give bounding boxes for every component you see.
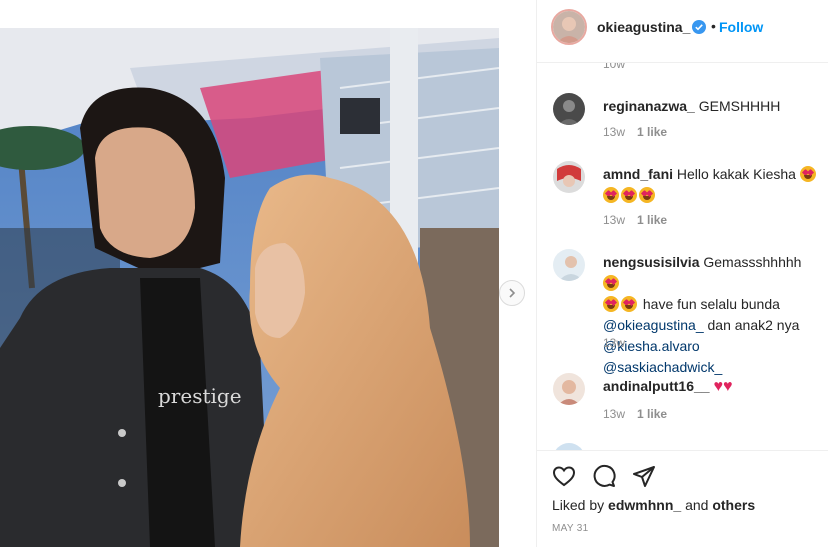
post-actions: Liked by edwmhnn_ and others MAY 31: [537, 450, 828, 548]
commenter-username[interactable]: nengsusisilvia: [603, 254, 699, 270]
liked-by-user[interactable]: edwmhnn_: [608, 497, 681, 513]
heart-eyes-emoji-icon: [603, 275, 619, 291]
photo-illustration: prestige: [0, 28, 499, 547]
header-separator: •: [711, 18, 716, 34]
liked-by-text: Liked by edwmhnn_ and others: [552, 497, 755, 513]
next-photo-button[interactable]: [499, 280, 525, 306]
commenter-avatar-partial: [553, 443, 585, 450]
comment-time: 13w: [603, 407, 626, 421]
heart-eyes-emoji-icon: [621, 187, 637, 203]
comment-text: amnd_fani Hello kakak Kiesha: [603, 164, 818, 206]
comment-meta: 13w 1 like: [603, 125, 667, 139]
author-avatar[interactable]: [551, 9, 587, 45]
commenter-username[interactable]: reginanazwa_: [603, 98, 695, 114]
comment-time: 13w: [603, 213, 626, 227]
post-date: MAY 31: [552, 523, 589, 534]
heart-eyes-emoji-icon: [639, 187, 655, 203]
commenter-avatar[interactable]: [553, 249, 585, 281]
commenter-avatar[interactable]: [553, 93, 585, 125]
heart-eyes-emoji-icon: [621, 296, 637, 312]
share-icon[interactable]: [632, 464, 656, 488]
heart-icon[interactable]: [552, 464, 576, 488]
comment-likes[interactable]: 1 like: [637, 407, 667, 421]
comment-text: nengsusisilvia Gemassshhhhh have fun sel…: [603, 252, 818, 378]
red-heart-emoji-icon: ♥♥: [713, 378, 733, 395]
commenter-username[interactable]: amnd_fani: [603, 166, 673, 182]
comment-body: GEMSHHHH: [698, 98, 781, 114]
comment-body: Gemassshhhhh: [703, 254, 802, 270]
liked-by-prefix: Liked by: [552, 497, 605, 513]
post-dialog: prestige okieagustina_ • Follow 10w regi…: [0, 0, 828, 547]
comment-meta: 13w 1 like: [603, 213, 667, 227]
mention-link[interactable]: @saskiachadwick_: [603, 359, 722, 375]
comment-meta-partial: 10w: [603, 63, 626, 71]
post-side-panel: okieagustina_ • Follow 10w reginanazwa_ …: [537, 0, 828, 547]
comment-text: reginanazwa_ GEMSHHHH: [603, 96, 818, 117]
heart-eyes-emoji-icon: [799, 166, 816, 182]
heart-eyes-emoji-icon: [603, 187, 619, 203]
comment-likes[interactable]: 1 like: [637, 125, 667, 139]
comment-icon[interactable]: [592, 464, 616, 488]
comment-likes[interactable]: 1 like: [637, 213, 667, 227]
post-header: okieagustina_ • Follow: [537, 0, 828, 63]
mention-link[interactable]: @okieagustina_: [603, 317, 704, 333]
comment-time: 13w: [603, 125, 626, 139]
comment-time: 13w: [603, 336, 626, 350]
comments-list[interactable]: 10w reginanazwa_ GEMSHHHH 13w 1 like amn…: [537, 63, 828, 450]
comment-meta: 13w 1 like: [603, 407, 667, 421]
chevron-right-icon: [509, 288, 516, 298]
heart-eyes-emoji-icon: [603, 296, 619, 312]
comment-text: andinalputt16__ ♥♥: [603, 376, 818, 397]
commenter-avatar[interactable]: [553, 161, 585, 193]
commenter-avatar[interactable]: [553, 373, 585, 405]
comment-body: Hello kakak Kiesha: [676, 166, 796, 182]
author-username[interactable]: okieagustina_: [597, 19, 690, 35]
verified-badge-icon: [692, 20, 706, 34]
comment-body-continued: dan anak2 nya: [707, 317, 800, 333]
comment-meta: 13w: [603, 336, 625, 350]
post-photo[interactable]: prestige: [0, 28, 499, 547]
commenter-username[interactable]: andinalputt16__: [603, 378, 710, 394]
liked-by-and: and: [685, 497, 709, 513]
comment-body-continued: have fun selalu bunda: [642, 296, 780, 312]
liked-by-others[interactable]: others: [712, 497, 755, 513]
follow-button[interactable]: Follow: [719, 19, 763, 35]
shirt-print: prestige: [158, 384, 242, 408]
